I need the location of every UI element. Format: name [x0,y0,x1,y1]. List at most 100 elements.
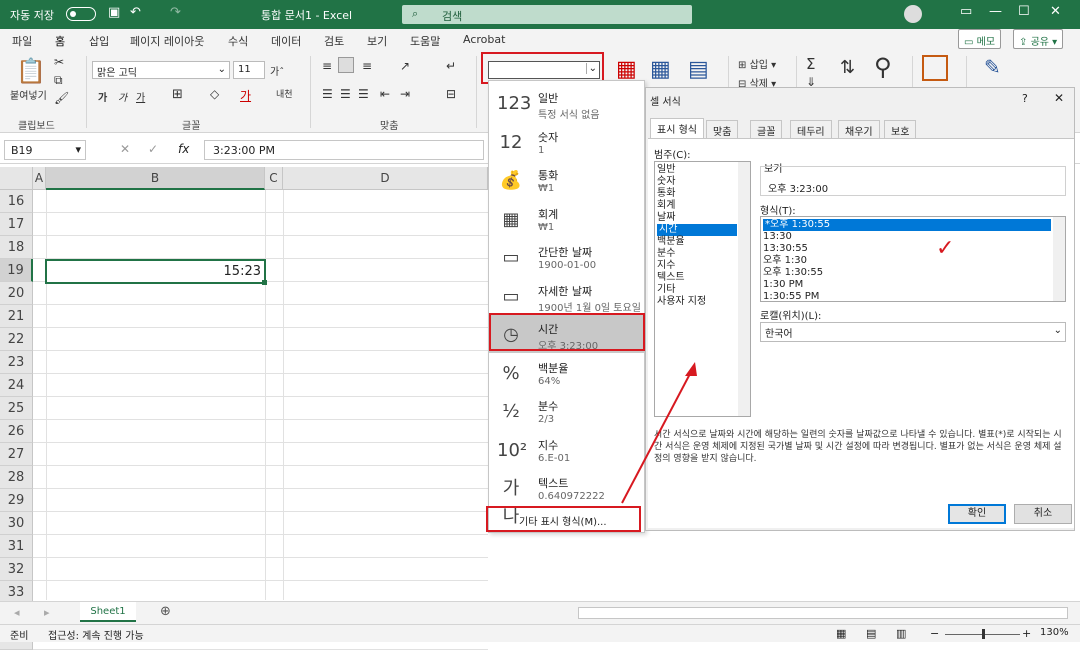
decrease-indent-icon[interactable]: ⇤ [380,87,390,101]
tab-formulas[interactable]: 수식 [228,33,248,49]
number-format-item[interactable]: 123 일반 특정 서식 없음 [489,84,644,122]
category-item[interactable]: 숫자 [657,176,675,188]
add-sheet-icon[interactable]: ⊕ [160,604,171,619]
fill-handle[interactable] [262,280,267,285]
type-item[interactable]: *오후 1:30:55 [763,219,1051,231]
align-middle-icon[interactable] [338,57,354,73]
underline-button[interactable]: 가 [136,89,145,104]
ribbon-display-icon[interactable]: ▭ [960,4,972,19]
number-format-item[interactable]: ▭ 간단한 날짜 1900-01-00 [489,238,644,276]
help-icon[interactable]: ? [1022,92,1028,105]
dialog-close-icon[interactable]: ✕ [1054,91,1064,105]
active-cell-b19[interactable]: 15:23 [45,259,267,285]
border-icon[interactable]: ⊞ [172,87,183,102]
tab-acrobat[interactable]: Acrobat [463,33,505,46]
row-header[interactable]: 25 [0,397,33,420]
dialog-tab[interactable]: 맞춤 [706,120,739,138]
formula-input[interactable]: 3:23:00 PM [204,140,484,160]
row-header[interactable]: 24 [0,374,33,397]
type-item[interactable]: 오후 1:30 [763,255,807,267]
category-item[interactable]: 사용자 지정 [657,296,706,308]
accessibility-status[interactable]: 접근성: 계속 진행 가능 [48,627,144,642]
category-item[interactable]: 기타 [657,284,675,296]
merge-center-icon[interactable]: ⊟ [446,87,456,101]
dialog-tab[interactable]: 보호 [884,120,917,138]
row-header[interactable]: 20 [0,282,33,305]
tab-file[interactable]: 파일 [12,33,32,49]
row-header[interactable]: 31 [0,535,33,558]
font-color-icon[interactable]: 가 [240,87,251,104]
type-item[interactable]: 1:30 PM [763,279,803,291]
align-left-icon[interactable]: ☰ [322,87,333,101]
autosave-toggle[interactable] [66,7,96,21]
row-header[interactable]: 22 [0,328,33,351]
dialog-tab[interactable]: 테두리 [790,120,832,138]
number-format-item[interactable]: 💰 통화 ₩1 [489,161,644,199]
phonetic-icon[interactable]: 내천 [276,87,293,100]
type-item[interactable]: 13:30:55 [763,243,808,255]
italic-button[interactable]: 가 [118,89,127,104]
tab-view[interactable]: 보기 [367,33,387,49]
select-all-corner[interactable] [0,167,33,190]
search-box[interactable]: ⌕ 검색 [402,5,692,24]
avatar[interactable] [904,5,922,23]
number-format-item[interactable]: ▭ 자세한 날짜 1900년 1월 0일 토요일 [489,277,644,315]
prev-sheet-icon[interactable]: ◂ [14,606,20,619]
category-item[interactable]: 지수 [657,260,675,272]
paste-icon[interactable]: 📋 [16,57,46,85]
autosum-icon[interactable]: Σ [806,55,815,73]
font-size-select[interactable]: 11 [233,61,265,79]
format-painter-icon[interactable]: 🖌 [54,91,69,105]
row-header[interactable]: 16 [0,190,33,213]
row-header[interactable]: 23 [0,351,33,374]
find-select-icon[interactable]: ⚲ [874,53,892,81]
tab-review[interactable]: 검토 [324,33,344,49]
sheet-tab[interactable]: Sheet1 [80,602,136,622]
save-icon[interactable]: ▣ [108,5,120,20]
close-icon[interactable]: ✕ [1050,4,1061,19]
share-button[interactable]: ⇪ 공유 ▾ [1013,29,1064,49]
next-sheet-icon[interactable]: ▸ [44,606,50,619]
memo-button[interactable]: ▭ 메모 [958,29,1002,49]
type-item[interactable]: 1:30:55 PM [763,291,819,301]
row-header[interactable]: 17 [0,213,33,236]
undo-icon[interactable]: ↶ [130,5,141,20]
copy-icon[interactable]: ⧉ [54,73,63,88]
type-item[interactable]: 13:30 [763,231,792,243]
redo-icon[interactable]: ↷ [170,5,181,20]
tab-help[interactable]: 도움말 [410,33,440,49]
column-header-a[interactable]: A [33,167,46,190]
align-center-icon[interactable]: ☰ [340,87,351,101]
cancel-formula-icon[interactable]: ✕ [120,142,130,156]
orientation-icon[interactable]: ↗ [400,59,410,73]
bold-button[interactable]: 가 [98,89,107,104]
row-header[interactable]: 27 [0,443,33,466]
tab-data[interactable]: 데이터 [271,33,301,49]
column-header-b[interactable]: B [46,167,265,190]
sort-filter-icon[interactable]: ⇅ [840,57,855,78]
insert-function-icon[interactable]: fx [178,142,189,156]
ok-button[interactable]: 확인 [948,504,1006,524]
insert-cells-button[interactable]: ⊞ 삽입 ▾ [738,56,776,71]
row-header[interactable]: 29 [0,489,33,512]
number-format-item[interactable]: ▦ 회계 ₩1 [489,200,644,238]
normal-view-icon[interactable]: ▦ [836,627,846,640]
fill-color-icon[interactable]: ◇ [210,87,219,101]
category-item[interactable]: 시간 [657,224,737,236]
horizontal-scrollbar[interactable] [578,607,1068,619]
wrap-text-icon[interactable]: ↵ [446,59,456,73]
type-list[interactable]: *오후 1:30:55 13:30 13:30:55 오후 1:30 오후 1:30:5… [760,216,1066,302]
page-layout-icon[interactable]: ▤ [866,627,876,640]
maximize-icon[interactable]: ☐ [1018,4,1030,19]
format-table-icon[interactable]: ▦ [650,57,671,82]
align-right-icon[interactable]: ☰ [358,87,369,101]
tab-insert[interactable]: 삽입 [89,33,109,49]
tab-home[interactable]: 홈 [55,33,66,53]
category-item[interactable]: 회계 [657,200,675,212]
row-header[interactable]: 19 [0,259,33,282]
category-item[interactable]: 통화 [657,188,675,200]
grow-font-icon[interactable]: 가ˆ [270,63,284,78]
analyze-data-icon[interactable]: ✎ [984,55,1001,79]
tab-page-layout[interactable]: 페이지 레이아웃 [130,33,204,49]
conditional-format-icon[interactable]: ▦ [616,57,637,82]
